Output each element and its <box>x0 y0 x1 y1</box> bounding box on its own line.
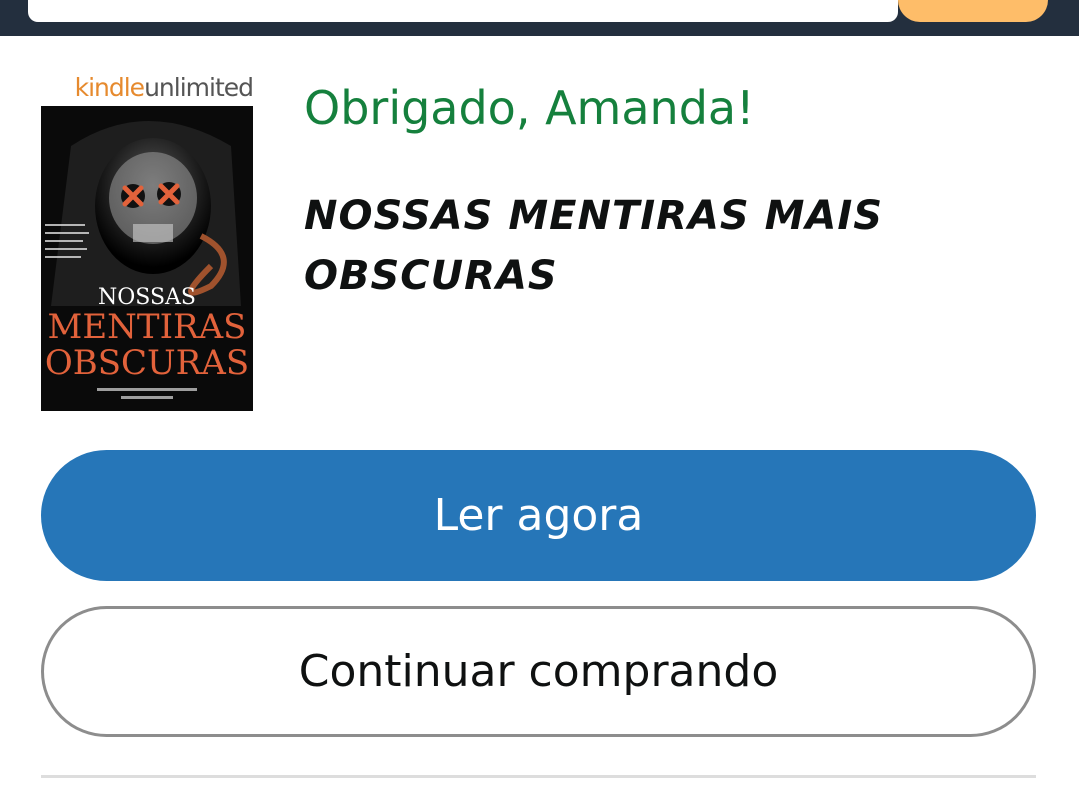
section-divider <box>41 775 1036 778</box>
continue-shopping-button[interactable]: Continuar comprando <box>41 606 1036 737</box>
read-now-button[interactable]: Ler agora <box>41 450 1036 581</box>
read-now-label: Ler agora <box>433 490 644 541</box>
continue-shopping-label: Continuar comprando <box>298 646 779 697</box>
greeting-message: Obrigado, Amanda! <box>304 81 755 135</box>
kindle-unlimited-logo: kindleunlimited <box>41 70 253 106</box>
book-cover-image: NOSSAS MENTIRAS OBSCURAS <box>41 106 253 411</box>
top-navigation-bar <box>0 0 1079 36</box>
search-input[interactable] <box>28 0 898 22</box>
search-submit-button[interactable] <box>898 0 1048 22</box>
svg-text:OBSCURAS: OBSCURAS <box>45 343 249 383</box>
book-cover[interactable]: kindleunlimited NOSSAS MENTIRAS OBSCURAS <box>41 70 253 411</box>
svg-text:MENTIRAS: MENTIRAS <box>48 307 247 347</box>
book-title[interactable]: NOSSAS MENTIRAS MAIS OBSCURAS <box>304 186 1044 306</box>
